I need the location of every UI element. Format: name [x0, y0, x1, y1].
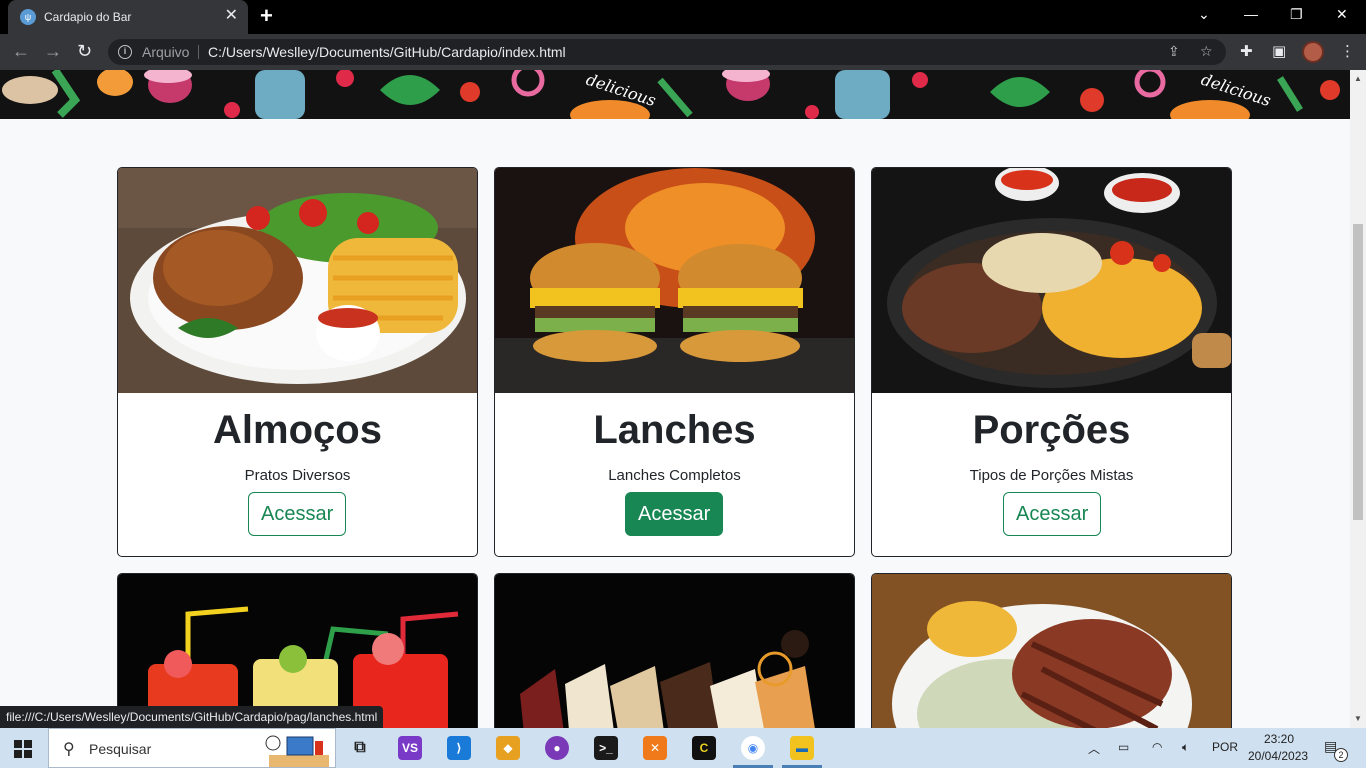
- utensils-icon: ψ: [20, 9, 36, 25]
- card-sobremesas: [494, 573, 855, 728]
- clock-date[interactable]: 20/04/2023: [1248, 749, 1308, 763]
- browser-tab[interactable]: ψ Cardapio do Bar ✕: [8, 0, 248, 34]
- card-lanches: Lanches Lanches Completos Acessar: [494, 167, 855, 557]
- side-panel-icon[interactable]: ▣: [1272, 42, 1286, 60]
- url-text[interactable]: C:/Users/Weslley/Documents/GitHub/Cardap…: [208, 44, 566, 60]
- acessar-porcoes-button[interactable]: Acessar: [1003, 492, 1102, 536]
- close-window-button[interactable]: ✕: [1336, 6, 1348, 23]
- browser-toolbar: ← → ↻ i Arquivo C:/Users/Weslley/Documen…: [0, 34, 1366, 70]
- battery-icon[interactable]: ▭: [1118, 740, 1129, 754]
- profile-avatar[interactable]: [1302, 41, 1324, 63]
- file-explorer-icon[interactable]: ▬: [790, 736, 814, 760]
- header-banner: delicious delicious: [0, 70, 1350, 119]
- card-image-steak: [872, 574, 1231, 728]
- card-bebidas: [117, 573, 478, 728]
- menu-icon[interactable]: ⋮: [1340, 42, 1355, 60]
- card-title: Lanches: [593, 408, 756, 452]
- vscode-icon[interactable]: ⟩: [447, 736, 471, 760]
- food-pattern-banner: delicious delicious: [0, 70, 1350, 119]
- reload-button[interactable]: ↻: [77, 41, 92, 61]
- card-image-almocos: [118, 168, 477, 393]
- extensions-icon[interactable]: ✚: [1240, 42, 1253, 60]
- volume-icon[interactable]: 🔈︎: [1182, 740, 1189, 755]
- card-image-cakes: [495, 574, 854, 728]
- card-image-lanches: [495, 168, 854, 393]
- scheme-label: Arquivo: [142, 44, 190, 60]
- scroll-up-icon[interactable]: ▲: [1354, 74, 1362, 83]
- github-desktop-icon[interactable]: ●: [545, 736, 569, 760]
- language-indicator[interactable]: POR: [1212, 740, 1238, 754]
- tab-search-icon[interactable]: ⌄: [1198, 6, 1210, 23]
- bookmark-star-icon[interactable]: ☆: [1200, 43, 1213, 60]
- visual-studio-icon[interactable]: VS: [398, 736, 422, 760]
- windows-start-icon[interactable]: [14, 740, 32, 758]
- back-button[interactable]: ←: [12, 41, 30, 61]
- windows-taskbar: ⚲ Pesquisar ⧉ VS ⟩ ◆ ● >_ ✕ C ◉ ▬ ︿ ▭ ◠ …: [0, 728, 1366, 768]
- page-scrollbar[interactable]: ▲ ▼: [1350, 70, 1366, 728]
- share-icon[interactable]: ⇪: [1168, 43, 1180, 60]
- search-icon: ⚲: [63, 741, 75, 758]
- xampp-icon[interactable]: ✕: [643, 736, 667, 760]
- card-image-drinks: [118, 574, 477, 728]
- new-tab-button[interactable]: +: [260, 4, 273, 28]
- page-viewport: delicious delicious Almoços Pratos Diver…: [0, 70, 1350, 728]
- show-hidden-icons[interactable]: ︿: [1088, 740, 1100, 757]
- info-icon[interactable]: i: [118, 45, 132, 59]
- acessar-almocos-button[interactable]: Acessar: [248, 492, 347, 536]
- card-porcoes: Porções Tipos de Porções Mistas Acessar: [871, 167, 1232, 557]
- card-text: Tipos de Porções Mistas: [969, 467, 1134, 484]
- link-status-bubble: file:///C:/Users/Weslley/Documents/GitHu…: [0, 706, 384, 728]
- restore-button[interactable]: ❐: [1290, 6, 1303, 23]
- chrome-icon[interactable]: ◉: [741, 736, 765, 760]
- notification-count: 2: [1334, 748, 1348, 762]
- address-bar[interactable]: i Arquivo C:/Users/Weslley/Documents/Git…: [108, 39, 1226, 65]
- card-almocos: Almoços Pratos Diversos Acessar: [117, 167, 478, 557]
- browser-titlebar: ψ Cardapio do Bar ✕ + ⌄ — ❐ ✕: [0, 0, 1366, 34]
- card-text: Lanches Completos: [608, 467, 741, 484]
- card-pratos: [871, 573, 1232, 728]
- search-highlight-illustration: [259, 733, 331, 767]
- git-kraken-icon[interactable]: ◆: [496, 736, 520, 760]
- forward-button[interactable]: →: [44, 41, 62, 61]
- close-tab-icon[interactable]: ✕: [225, 7, 238, 25]
- search-placeholder: Pesquisar: [89, 741, 152, 757]
- task-view-icon[interactable]: ⧉: [348, 736, 372, 760]
- taskbar-search[interactable]: ⚲ Pesquisar: [48, 728, 336, 768]
- card-text: Pratos Diversos: [244, 467, 351, 484]
- card-title: Porções: [972, 408, 1131, 452]
- terminal-icon[interactable]: >_: [594, 736, 618, 760]
- card-image-porcoes: [872, 168, 1231, 393]
- card-title: Almoços: [213, 408, 382, 452]
- minimize-button[interactable]: —: [1244, 6, 1258, 22]
- divider: [198, 45, 199, 59]
- scroll-thumb[interactable]: [1353, 224, 1363, 520]
- wifi-icon[interactable]: ◠: [1152, 740, 1162, 754]
- tab-title: Cardapio do Bar: [44, 10, 132, 24]
- scroll-down-icon[interactable]: ▼: [1354, 714, 1362, 723]
- clock-time[interactable]: 23:20: [1264, 732, 1294, 746]
- acessar-lanches-button[interactable]: Acessar: [625, 492, 724, 536]
- codeblocks-icon[interactable]: C: [692, 736, 716, 760]
